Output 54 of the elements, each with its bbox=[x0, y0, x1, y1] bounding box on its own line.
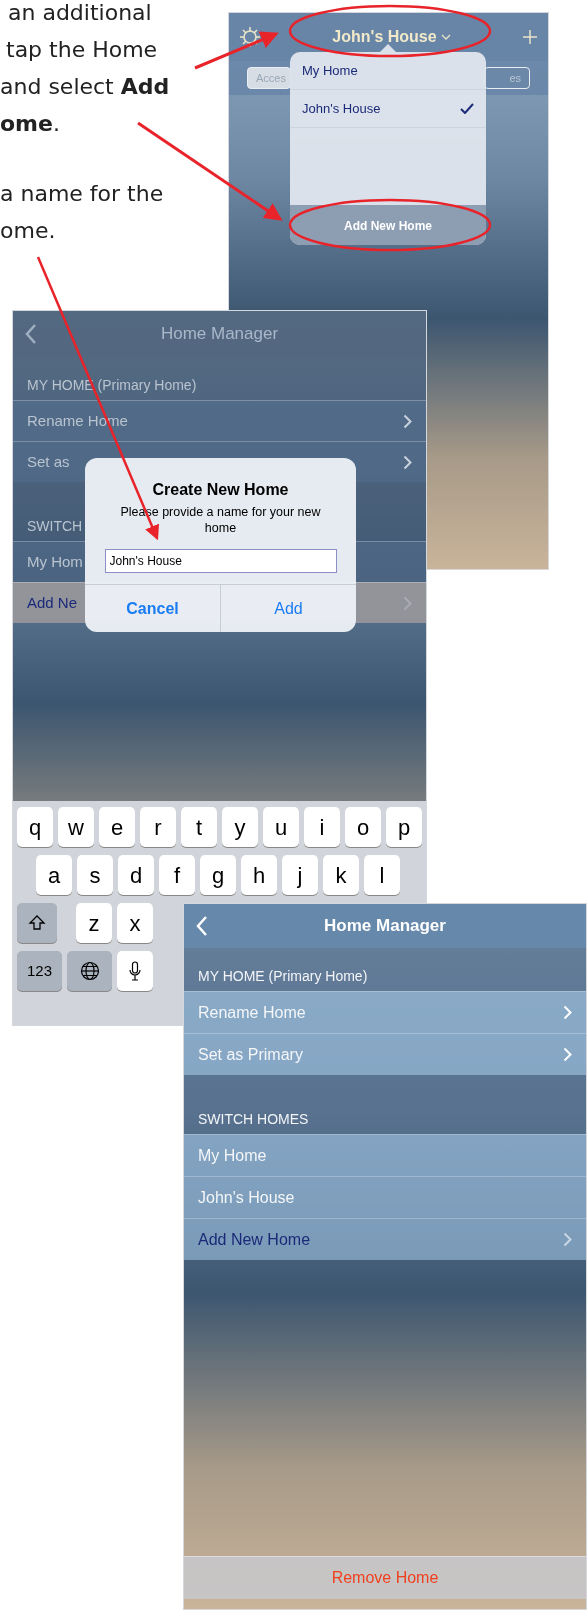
back-icon[interactable] bbox=[25, 323, 37, 345]
keyboard-key[interactable]: e bbox=[99, 807, 135, 847]
keyboard-key[interactable]: y bbox=[222, 807, 258, 847]
keyboard-key[interactable]: l bbox=[364, 855, 400, 895]
shift-key[interactable] bbox=[17, 903, 57, 943]
section-header: MY HOME (Primary Home) bbox=[184, 948, 586, 991]
chevron-icon bbox=[563, 1232, 572, 1247]
keyboard-key[interactable]: g bbox=[200, 855, 236, 895]
shift-icon bbox=[28, 914, 46, 932]
keyboard-key[interactable]: f bbox=[159, 855, 195, 895]
globe-key[interactable] bbox=[67, 951, 112, 991]
caret-icon bbox=[440, 34, 451, 40]
menu-item[interactable]: My Home bbox=[290, 52, 486, 90]
dialog-title: Create New Home bbox=[152, 480, 289, 500]
keyboard-key[interactable]: a bbox=[36, 855, 72, 895]
keyboard-key[interactable]: h bbox=[241, 855, 277, 895]
input-field[interactable]: John's House bbox=[104, 549, 337, 573]
keyboard-key[interactable]: d bbox=[118, 855, 154, 895]
mic-key[interactable] bbox=[117, 951, 153, 991]
chevron-icon bbox=[403, 454, 412, 470]
screen-title: Home Manager bbox=[323, 915, 447, 938]
keyboard-key[interactable]: 123 bbox=[17, 951, 62, 991]
keyboard-key[interactable]: i bbox=[304, 807, 340, 847]
keyboard-key[interactable]: o bbox=[345, 807, 381, 847]
chevron-icon bbox=[403, 595, 412, 611]
keyboard-key[interactable]: t bbox=[181, 807, 217, 847]
keyboard-key[interactable]: q bbox=[17, 807, 53, 847]
keyboard-key[interactable]: k bbox=[323, 855, 359, 895]
globe-icon bbox=[79, 961, 100, 981]
microphone-icon bbox=[129, 961, 141, 981]
keyboard-key[interactable]: w bbox=[58, 807, 94, 847]
add-button[interactable]: Add bbox=[220, 585, 356, 632]
keyboard-key[interactable]: x bbox=[117, 903, 153, 943]
instruction-text: tap the Home bbox=[5, 36, 159, 64]
check-icon bbox=[460, 103, 474, 114]
instruction-text: ome. bbox=[0, 110, 61, 138]
keyboard-key[interactable]: u bbox=[263, 807, 299, 847]
plus-icon[interactable] bbox=[522, 29, 538, 45]
keyboard-key[interactable]: j bbox=[282, 855, 318, 895]
section-header: SWITCH HOMES bbox=[184, 1075, 586, 1134]
keyboard-key[interactable]: p bbox=[386, 807, 422, 847]
chevron-icon bbox=[563, 1005, 572, 1020]
menu-item[interactable]: John's House bbox=[290, 90, 486, 128]
list-row[interactable]: Add New Home bbox=[184, 1218, 586, 1260]
instruction-text: a name for the bbox=[0, 180, 165, 208]
screen-title: Home Manager bbox=[159, 323, 280, 346]
instruction-text: ome. bbox=[0, 217, 57, 245]
instruction-text: an additional bbox=[7, 0, 153, 27]
keyboard-key[interactable]: r bbox=[140, 807, 176, 847]
chevron-icon bbox=[563, 1047, 572, 1062]
keyboard-key[interactable]: z bbox=[76, 903, 112, 943]
instruction-text: and select Add bbox=[0, 73, 170, 101]
keyboard-key[interactable]: s bbox=[77, 855, 113, 895]
chevron-icon bbox=[403, 413, 412, 429]
